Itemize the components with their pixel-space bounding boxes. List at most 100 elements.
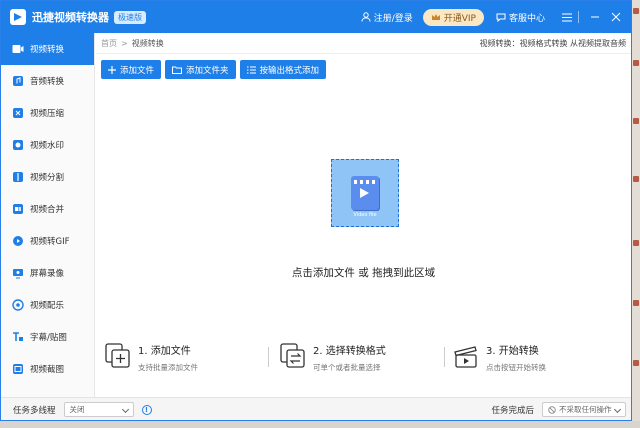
- breadcrumb: 首页 > 视频转换 视频转换：视频格式转换 从视频提取音频: [96, 33, 631, 54]
- sidebar-item-split[interactable]: 视频分割: [1, 161, 94, 193]
- sidebar-item-music[interactable]: 视频配乐: [1, 289, 94, 321]
- watermark-icon: [12, 139, 24, 151]
- no-action-icon: [548, 405, 556, 414]
- sidebar: 视频转换 音频转换 视频压缩 视频水印 视频分割 视频合并 视频转GIF 屏幕录…: [1, 33, 95, 397]
- multithread-label: 任务多线程: [13, 405, 56, 416]
- step-select-format: 2. 选择转换格式 可单个或者批量选择: [280, 339, 386, 379]
- sidebar-item-label: 音频转换: [30, 77, 65, 87]
- list-icon: [246, 66, 256, 73]
- service-label: 客服中心: [508, 13, 545, 24]
- login-label: 注册/登录: [373, 13, 413, 24]
- sidebar-item-label: 视频截图: [30, 365, 65, 375]
- close-button[interactable]: [607, 8, 625, 26]
- step-desc: 可单个或者批量选择: [313, 363, 381, 372]
- sidebar-item-screenshot[interactable]: 视频截图: [1, 353, 94, 385]
- vip-label: 开通VIP: [443, 13, 476, 24]
- step-divider: [444, 347, 445, 367]
- status-bar: 任务多线程 关闭 ! 任务完成后 不采取任何操作: [1, 397, 631, 420]
- sidebar-item-label: 视频合并: [30, 205, 65, 215]
- video-file-icon: [351, 176, 379, 210]
- sidebar-item-label: 视频分割: [30, 173, 65, 183]
- add-by-format-button[interactable]: 按输出格式添加: [239, 60, 327, 79]
- multithread-select[interactable]: 关闭: [63, 402, 134, 417]
- step-start-convert: 3. 开始转换 点击按钮开始转换: [453, 339, 546, 379]
- close-icon: [611, 12, 621, 22]
- sidebar-item-label: 视频水印: [30, 141, 65, 151]
- compress-icon: [12, 107, 24, 119]
- app-title: 迅捷视频转换器: [32, 11, 109, 24]
- menu-button[interactable]: [558, 8, 576, 26]
- add-folder-label: 添加文件夹: [186, 65, 229, 76]
- screen-record-icon: [12, 267, 24, 279]
- swap-format-icon: [280, 343, 305, 368]
- merge-icon: [12, 203, 24, 215]
- breadcrumb-home[interactable]: 首页: [101, 38, 117, 49]
- feature-hint: 视频转换：视频格式转换 从视频提取音频: [479, 38, 626, 48]
- chat-icon: [496, 13, 506, 22]
- drop-hint: 点击添加文件 或 拖拽到此区域: [291, 267, 436, 279]
- info-icon[interactable]: !: [141, 404, 152, 415]
- toolbar: 添加文件 添加文件夹 按输出格式添加: [96, 60, 631, 79]
- title-divider: [578, 11, 579, 23]
- sidebar-item-audio-convert[interactable]: 音频转换: [1, 65, 94, 97]
- app-window: 迅捷视频转换器 极速版 注册/登录 开通VIP 客服中心 视频转换 音频转换 视…: [0, 0, 632, 421]
- after-complete-value: 不采取任何操作: [559, 405, 612, 414]
- breadcrumb-separator: >: [121, 38, 128, 48]
- step-title: 2. 选择转换格式: [313, 346, 386, 357]
- edition-badge: 极速版: [114, 10, 146, 24]
- sidebar-item-label: 字幕/贴图: [30, 333, 67, 343]
- step-desc: 点击按钮开始转换: [486, 363, 546, 372]
- step-title: 3. 开始转换: [486, 346, 539, 357]
- breadcrumb-current: 视频转换: [131, 38, 164, 48]
- vip-button[interactable]: 开通VIP: [422, 8, 484, 26]
- sidebar-item-subtitle[interactable]: 字幕/贴图: [1, 321, 94, 353]
- crown-icon: [431, 14, 440, 20]
- drop-area[interactable]: Video file 点击添加文件 或 拖拽到此区域: [96, 81, 631, 321]
- add-folder-button[interactable]: 添加文件夹: [165, 60, 236, 79]
- after-complete-select[interactable]: 不采取任何操作: [542, 402, 626, 417]
- video-convert-icon: [12, 43, 24, 55]
- sidebar-item-label: 视频转GIF: [30, 237, 70, 247]
- sidebar-item-merge[interactable]: 视频合并: [1, 193, 94, 225]
- sidebar-item-gif[interactable]: 视频转GIF: [1, 225, 94, 257]
- multithread-value: 关闭: [69, 405, 85, 414]
- sidebar-item-label: 屏幕录像: [30, 269, 65, 279]
- add-by-format-label: 按输出格式添加: [259, 65, 320, 76]
- menu-icon: [562, 13, 572, 21]
- chevron-down-icon: [121, 405, 129, 414]
- desktop-taskbar-strip: [0, 421, 640, 428]
- after-complete-label: 任务完成后: [491, 405, 534, 416]
- step-add-file: 1. 添加文件 支持批量添加文件: [105, 339, 198, 379]
- music-icon: [12, 299, 24, 311]
- sidebar-item-label: 视频压缩: [30, 109, 65, 119]
- audio-convert-icon: [12, 75, 24, 87]
- user-icon: [361, 12, 371, 22]
- screenshot-icon: [12, 363, 24, 375]
- step-divider: [268, 347, 269, 367]
- service-link[interactable]: 客服中心: [496, 11, 545, 24]
- step-desc: 支持批量添加文件: [138, 363, 198, 372]
- gif-icon: [12, 235, 24, 247]
- plus-icon: [108, 65, 116, 74]
- sidebar-item-compress[interactable]: 视频压缩: [1, 97, 94, 129]
- sidebar-item-label: 视频转换: [30, 45, 65, 55]
- app-logo-icon: [10, 9, 26, 25]
- steps-guide: 1. 添加文件 支持批量添加文件 2. 选择转换格式 可单个或者批量选择 3. …: [96, 339, 631, 379]
- drop-zone[interactable]: Video file: [331, 159, 399, 227]
- title-bar: 迅捷视频转换器 极速版 注册/登录 开通VIP 客服中心: [1, 1, 631, 33]
- add-file-button[interactable]: 添加文件: [101, 60, 162, 79]
- subtitle-icon: [12, 331, 24, 343]
- add-file-icon: [105, 343, 130, 368]
- video-file-label: Video file: [353, 212, 377, 218]
- minimize-button[interactable]: [586, 8, 604, 26]
- sidebar-item-video-convert[interactable]: 视频转换: [1, 33, 94, 65]
- clapperboard-icon: [454, 346, 477, 368]
- sidebar-item-watermark[interactable]: 视频水印: [1, 129, 94, 161]
- step-title: 1. 添加文件: [138, 346, 191, 357]
- folder-icon: [172, 66, 183, 74]
- chevron-down-icon: [613, 405, 622, 414]
- sidebar-item-screen-record[interactable]: 屏幕录像: [1, 257, 94, 289]
- login-link[interactable]: 注册/登录: [361, 11, 413, 24]
- add-file-label: 添加文件: [120, 65, 155, 76]
- sidebar-item-label: 视频配乐: [30, 301, 65, 311]
